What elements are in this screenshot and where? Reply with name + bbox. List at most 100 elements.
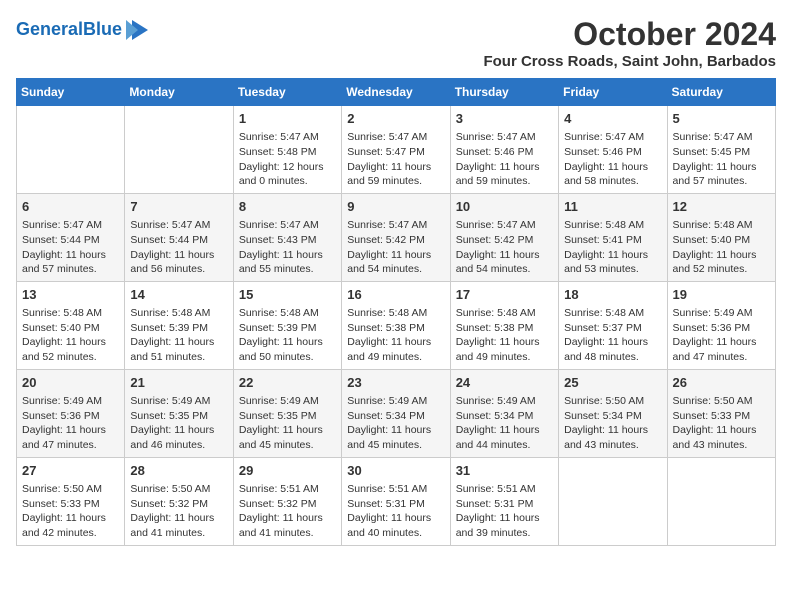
calendar-table: SundayMondayTuesdayWednesdayThursdayFrid…	[16, 78, 776, 546]
cell-content: Sunrise: 5:50 AMSunset: 5:32 PMDaylight:…	[130, 482, 227, 541]
calendar-cell: 16 Sunrise: 5:48 AMSunset: 5:38 PMDayligh…	[342, 281, 450, 369]
day-number: 3	[456, 110, 553, 128]
calendar-cell: 5 Sunrise: 5:47 AMSunset: 5:45 PMDaylight…	[667, 106, 775, 194]
calendar-cell: 2 Sunrise: 5:47 AMSunset: 5:47 PMDaylight…	[342, 106, 450, 194]
cell-content: Sunrise: 5:51 AMSunset: 5:31 PMDaylight:…	[347, 482, 444, 541]
cell-content: Sunrise: 5:48 AMSunset: 5:40 PMDaylight:…	[673, 218, 770, 277]
cell-content: Sunrise: 5:47 AMSunset: 5:45 PMDaylight:…	[673, 130, 770, 189]
cell-content: Sunrise: 5:48 AMSunset: 5:39 PMDaylight:…	[130, 306, 227, 365]
calendar-cell: 7Sunrise: 5:47 AMSunset: 5:44 PMDaylight…	[125, 193, 233, 281]
calendar-cell: 20 Sunrise: 5:49 AMSunset: 5:36 PMDayligh…	[17, 369, 125, 457]
cell-content: Sunrise: 5:50 AMSunset: 5:33 PMDaylight:…	[673, 394, 770, 453]
calendar-cell	[667, 457, 775, 545]
month-title: October 2024	[483, 16, 776, 53]
calendar-week-row: 20 Sunrise: 5:49 AMSunset: 5:36 PMDayligh…	[17, 369, 776, 457]
day-header-sunday: Sunday	[17, 79, 125, 106]
day-number: 14	[130, 286, 227, 304]
day-header-monday: Monday	[125, 79, 233, 106]
calendar-cell: 25 Sunrise: 5:50 AMSunset: 5:34 PMDayligh…	[559, 369, 667, 457]
day-number: 8	[239, 198, 336, 216]
calendar-cell: 27 Sunrise: 5:50 AMSunset: 5:33 PMDayligh…	[17, 457, 125, 545]
calendar-cell: 12 Sunrise: 5:48 AMSunset: 5:40 PMDayligh…	[667, 193, 775, 281]
calendar-week-row: 6Sunrise: 5:47 AMSunset: 5:44 PMDaylight…	[17, 193, 776, 281]
calendar-cell: 19Sunrise: 5:49 AMSunset: 5:36 PMDayligh…	[667, 281, 775, 369]
day-number: 23	[347, 374, 444, 392]
day-number: 16	[347, 286, 444, 304]
day-number: 13	[22, 286, 119, 304]
day-number: 2	[347, 110, 444, 128]
day-number: 17	[456, 286, 553, 304]
day-number: 24	[456, 374, 553, 392]
calendar-header-row: SundayMondayTuesdayWednesdayThursdayFrid…	[17, 79, 776, 106]
day-number: 20	[22, 374, 119, 392]
day-number: 18	[564, 286, 661, 304]
calendar-cell: 3 Sunrise: 5:47 AMSunset: 5:46 PMDaylight…	[450, 106, 558, 194]
calendar-cell: 6Sunrise: 5:47 AMSunset: 5:44 PMDaylight…	[17, 193, 125, 281]
calendar-cell: 4 Sunrise: 5:47 AMSunset: 5:46 PMDaylight…	[559, 106, 667, 194]
day-number: 4	[564, 110, 661, 128]
day-number: 27	[22, 462, 119, 480]
cell-content: Sunrise: 5:48 AMSunset: 5:40 PMDaylight:…	[22, 306, 119, 365]
day-number: 31	[456, 462, 553, 480]
cell-content: Sunrise: 5:47 AMSunset: 5:47 PMDaylight:…	[347, 130, 444, 189]
cell-content: Sunrise: 5:48 AMSunset: 5:41 PMDaylight:…	[564, 218, 661, 277]
day-number: 26	[673, 374, 770, 392]
calendar-cell: 13 Sunrise: 5:48 AMSunset: 5:40 PMDayligh…	[17, 281, 125, 369]
logo-icon	[124, 16, 152, 44]
cell-content: Sunrise: 5:50 AMSunset: 5:34 PMDaylight:…	[564, 394, 661, 453]
cell-content: Sunrise: 5:47 AMSunset: 5:48 PMDaylight:…	[239, 130, 336, 189]
cell-content: Sunrise: 5:49 AMSunset: 5:34 PMDaylight:…	[347, 394, 444, 453]
day-number: 19	[673, 286, 770, 304]
cell-content: Sunrise: 5:49 AMSunset: 5:34 PMDaylight:…	[456, 394, 553, 453]
cell-content: Sunrise: 5:51 AMSunset: 5:32 PMDaylight:…	[239, 482, 336, 541]
cell-content: Sunrise: 5:48 AMSunset: 5:38 PMDaylight:…	[347, 306, 444, 365]
calendar-cell: 31 Sunrise: 5:51 AMSunset: 5:31 PMDayligh…	[450, 457, 558, 545]
calendar-cell: 17 Sunrise: 5:48 AMSunset: 5:38 PMDayligh…	[450, 281, 558, 369]
calendar-cell	[125, 106, 233, 194]
calendar-cell: 8 Sunrise: 5:47 AMSunset: 5:43 PMDaylight…	[233, 193, 341, 281]
calendar-cell	[559, 457, 667, 545]
day-number: 11	[564, 198, 661, 216]
calendar-week-row: 27 Sunrise: 5:50 AMSunset: 5:33 PMDayligh…	[17, 457, 776, 545]
cell-content: Sunrise: 5:48 AMSunset: 5:38 PMDaylight:…	[456, 306, 553, 365]
day-header-thursday: Thursday	[450, 79, 558, 106]
day-number: 25	[564, 374, 661, 392]
day-number: 7	[130, 198, 227, 216]
calendar-cell: 24 Sunrise: 5:49 AMSunset: 5:34 PMDayligh…	[450, 369, 558, 457]
calendar-cell	[17, 106, 125, 194]
cell-content: Sunrise: 5:50 AMSunset: 5:33 PMDaylight:…	[22, 482, 119, 541]
cell-content: Sunrise: 5:48 AMSunset: 5:39 PMDaylight:…	[239, 306, 336, 365]
calendar-cell: 1 Sunrise: 5:47 AMSunset: 5:48 PMDaylight…	[233, 106, 341, 194]
cell-content: Sunrise: 5:47 AMSunset: 5:43 PMDaylight:…	[239, 218, 336, 277]
day-number: 12	[673, 198, 770, 216]
cell-content: Sunrise: 5:49 AMSunset: 5:35 PMDaylight:…	[130, 394, 227, 453]
cell-content: Sunrise: 5:51 AMSunset: 5:31 PMDaylight:…	[456, 482, 553, 541]
day-header-friday: Friday	[559, 79, 667, 106]
day-number: 5	[673, 110, 770, 128]
day-header-tuesday: Tuesday	[233, 79, 341, 106]
calendar-cell: 28Sunrise: 5:50 AMSunset: 5:32 PMDayligh…	[125, 457, 233, 545]
calendar-cell: 21 Sunrise: 5:49 AMSunset: 5:35 PMDayligh…	[125, 369, 233, 457]
cell-content: Sunrise: 5:49 AMSunset: 5:36 PMDaylight:…	[22, 394, 119, 453]
cell-content: Sunrise: 5:47 AMSunset: 5:42 PMDaylight:…	[456, 218, 553, 277]
day-number: 6	[22, 198, 119, 216]
logo: GeneralBlue	[16, 16, 152, 44]
cell-content: Sunrise: 5:47 AMSunset: 5:46 PMDaylight:…	[456, 130, 553, 189]
day-number: 1	[239, 110, 336, 128]
day-number: 21	[130, 374, 227, 392]
cell-content: Sunrise: 5:48 AMSunset: 5:37 PMDaylight:…	[564, 306, 661, 365]
calendar-cell: 26 Sunrise: 5:50 AMSunset: 5:33 PMDayligh…	[667, 369, 775, 457]
calendar-cell: 18 Sunrise: 5:48 AMSunset: 5:37 PMDayligh…	[559, 281, 667, 369]
cell-content: Sunrise: 5:47 AMSunset: 5:42 PMDaylight:…	[347, 218, 444, 277]
cell-content: Sunrise: 5:47 AMSunset: 5:46 PMDaylight:…	[564, 130, 661, 189]
calendar-cell: 9 Sunrise: 5:47 AMSunset: 5:42 PMDaylight…	[342, 193, 450, 281]
calendar-cell: 11 Sunrise: 5:48 AMSunset: 5:41 PMDayligh…	[559, 193, 667, 281]
day-number: 22	[239, 374, 336, 392]
calendar-cell: 14 Sunrise: 5:48 AMSunset: 5:39 PMDayligh…	[125, 281, 233, 369]
day-number: 10	[456, 198, 553, 216]
cell-content: Sunrise: 5:49 AMSunset: 5:35 PMDaylight:…	[239, 394, 336, 453]
calendar-cell: 22 Sunrise: 5:49 AMSunset: 5:35 PMDayligh…	[233, 369, 341, 457]
calendar-week-row: 13 Sunrise: 5:48 AMSunset: 5:40 PMDayligh…	[17, 281, 776, 369]
calendar-cell: 10 Sunrise: 5:47 AMSunset: 5:42 PMDayligh…	[450, 193, 558, 281]
day-number: 9	[347, 198, 444, 216]
